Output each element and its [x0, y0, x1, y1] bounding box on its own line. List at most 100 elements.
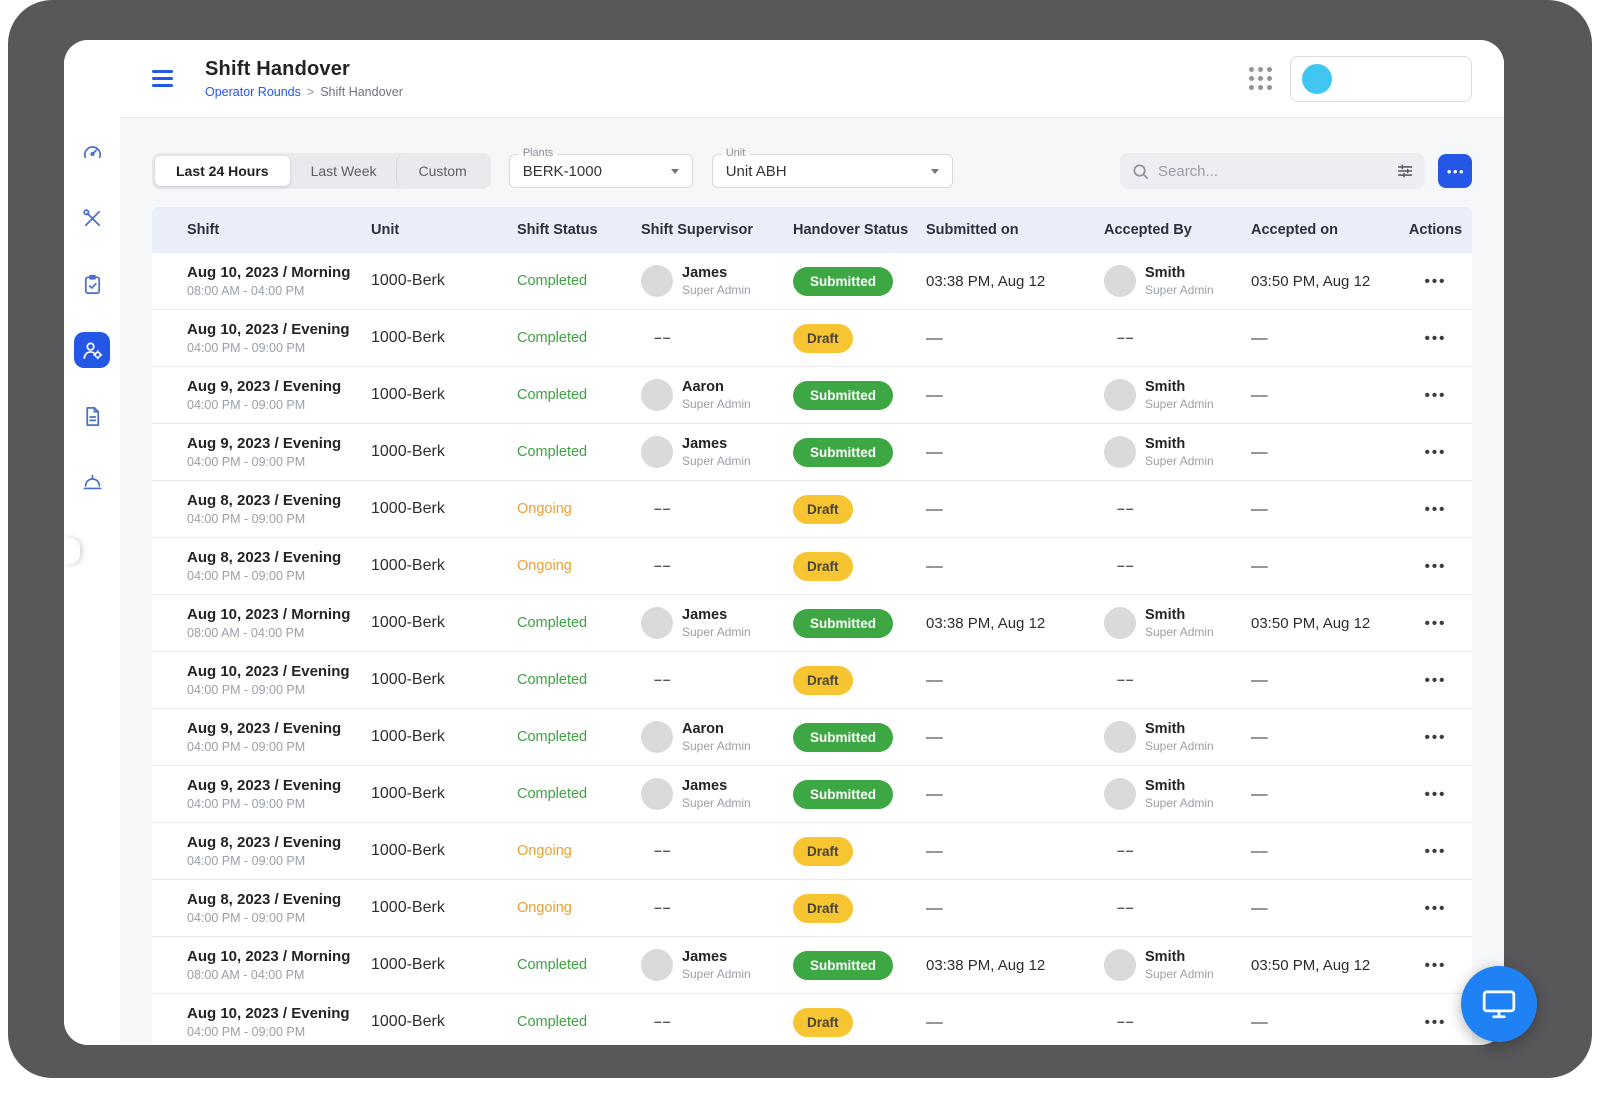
table-row[interactable]: Aug 8, 2023 / Evening 04:00 PM - 09:00 P… [152, 880, 1472, 937]
row-actions-button[interactable]: ••• [1423, 553, 1449, 580]
table-row[interactable]: Aug 9, 2023 / Evening 04:00 PM - 09:00 P… [152, 367, 1472, 424]
row-actions-button[interactable]: ••• [1423, 496, 1449, 523]
sidebar-item user-settings-icon[interactable] [74, 332, 110, 368]
supervisor-name: Aaron [682, 721, 751, 737]
row-actions-button[interactable]: ••• [1423, 325, 1449, 352]
table-row[interactable]: Aug 8, 2023 / Evening 04:00 PM - 09:00 P… [152, 538, 1472, 595]
accepted-on: 03:50 PM, Aug 12 [1251, 957, 1405, 974]
person-text: James Super Admin [682, 265, 751, 297]
shift-supervisor-cell: Aaron Super Admin –– [641, 721, 793, 753]
row-actions-button[interactable]: ••• [1423, 952, 1449, 979]
shift-title: Aug 10, 2023 / Morning [187, 948, 371, 965]
empty-value: –– [1104, 842, 1135, 858]
shift-status: Completed [517, 444, 587, 460]
column-header: Shift Status [517, 222, 641, 238]
shift-status-cell: Completed [517, 386, 641, 404]
table-row[interactable]: Aug 10, 2023 / Evening 04:00 PM - 09:00 … [152, 652, 1472, 709]
sidebar-item document-icon[interactable] [74, 398, 110, 434]
supervisor-name: James [682, 949, 751, 965]
row-actions-button[interactable]: ••• [1423, 724, 1449, 751]
shift-supervisor-cell: –– [641, 671, 793, 689]
shift-title: Aug 10, 2023 / Evening [187, 663, 371, 680]
shift-status-cell: Ongoing [517, 557, 641, 575]
accepted-by: Smith Super Admin [1104, 436, 1251, 468]
more-actions-button[interactable]: ••• [1438, 154, 1472, 188]
shift-supervisor: James Super Admin [641, 265, 793, 297]
table-row[interactable]: Aug 10, 2023 / Evening 04:00 PM - 09:00 … [152, 310, 1472, 367]
shift-supervisor-cell: –– [641, 899, 793, 917]
row-actions-button[interactable]: ••• [1423, 268, 1449, 295]
submitted-on: –– [926, 672, 1104, 689]
accepted-by-role: Super Admin [1145, 283, 1214, 297]
menu-icon[interactable] [152, 66, 173, 91]
unit-value: 1000-Berk [371, 956, 517, 974]
shift-cell: Aug 8, 2023 / Evening 04:00 PM - 09:00 P… [152, 891, 371, 925]
sidebar-item dashboard-icon[interactable] [74, 134, 110, 170]
table-row[interactable]: Aug 10, 2023 / Morning 08:00 AM - 04:00 … [152, 595, 1472, 652]
table-row[interactable]: Aug 9, 2023 / Evening 04:00 PM - 09:00 P… [152, 766, 1472, 823]
shift-cell: Aug 9, 2023 / Evening 04:00 PM - 09:00 P… [152, 435, 371, 469]
table-row[interactable]: Aug 8, 2023 / Evening 04:00 PM - 09:00 P… [152, 481, 1472, 538]
row-actions-button[interactable]: ••• [1423, 382, 1449, 409]
sidebar-item tools-icon[interactable] [74, 200, 110, 236]
table-row[interactable]: Aug 10, 2023 / Evening 04:00 PM - 09:00 … [152, 994, 1472, 1045]
row-actions-button[interactable]: ••• [1423, 610, 1449, 637]
search-input[interactable] [1158, 163, 1396, 180]
handover-status-cell: Draft [793, 666, 926, 695]
accepted-by-cell: –– [1104, 500, 1251, 518]
submitted-on: –– [926, 1014, 1104, 1031]
person-text: James Super Admin [682, 436, 751, 468]
accepted-by: Smith Super Admin [1104, 265, 1251, 297]
accepted-on: –– [1251, 330, 1405, 347]
breadcrumb: Operator Rounds > Shift Handover [205, 85, 403, 99]
sidebar-expand-handle[interactable] [64, 538, 80, 564]
unit-value: 1000-Berk [371, 1013, 517, 1031]
row-actions-button[interactable]: ••• [1423, 781, 1449, 808]
unit-select[interactable]: Unit Unit ABH [712, 154, 953, 188]
row-actions-button[interactable]: ••• [1423, 439, 1449, 466]
row-actions-button[interactable]: ••• [1423, 1009, 1449, 1036]
handover-status-badge: Draft [793, 552, 853, 581]
handover-status-cell: Submitted [793, 267, 926, 296]
row-actions-button[interactable]: ••• [1423, 895, 1449, 922]
actions-cell: ••• [1405, 439, 1472, 466]
shift-status-cell: Completed [517, 1013, 641, 1031]
table-row[interactable]: Aug 9, 2023 / Evening 04:00 PM - 09:00 P… [152, 424, 1472, 481]
table-row[interactable]: Aug 10, 2023 / Morning 08:00 AM - 04:00 … [152, 253, 1472, 310]
row-actions-button[interactable]: ••• [1423, 838, 1449, 865]
table-row[interactable]: Aug 9, 2023 / Evening 04:00 PM - 09:00 P… [152, 709, 1472, 766]
accepted-by-role: Super Admin [1145, 967, 1214, 981]
breadcrumb-link[interactable]: Operator Rounds [205, 85, 301, 99]
submitted-on: 03:38 PM, Aug 12 [926, 273, 1104, 290]
sidebar-item helmet-icon[interactable] [74, 464, 110, 500]
shift-status: Completed [517, 957, 587, 973]
time-tab[interactable]: Last 24 Hours [155, 156, 290, 186]
actions-cell: ••• [1405, 667, 1472, 694]
support-widget-button[interactable] [1461, 966, 1537, 1042]
user-menu[interactable] [1290, 56, 1472, 102]
person-text: James Super Admin [682, 778, 751, 810]
time-tab[interactable]: Custom [397, 156, 487, 186]
chevron-down-icon [931, 169, 939, 174]
handover-status-cell: Submitted [793, 609, 926, 638]
shift-cell: Aug 8, 2023 / Evening 04:00 PM - 09:00 P… [152, 834, 371, 868]
actions-cell: ••• [1405, 325, 1472, 352]
sidebar-item rounds-icon[interactable] [74, 266, 110, 302]
apps-grid-icon[interactable] [1249, 67, 1272, 90]
shift-supervisor-cell: James Super Admin –– [641, 265, 793, 297]
time-tab[interactable]: Last Week [290, 156, 398, 186]
handover-status-cell: Submitted [793, 438, 926, 467]
shift-cell: Aug 8, 2023 / Evening 04:00 PM - 09:00 P… [152, 549, 371, 583]
shift-title: Aug 8, 2023 / Evening [187, 549, 371, 566]
unit-value: 1000-Berk [371, 443, 517, 461]
empty-value: –– [641, 671, 672, 687]
shift-supervisor-cell: James Super Admin –– [641, 607, 793, 639]
table-row[interactable]: Aug 10, 2023 / Morning 08:00 AM - 04:00 … [152, 937, 1472, 994]
column-header: Shift Supervisor [641, 222, 793, 238]
row-actions-button[interactable]: ••• [1423, 667, 1449, 694]
table-row[interactable]: Aug 8, 2023 / Evening 04:00 PM - 09:00 P… [152, 823, 1472, 880]
submitted-on: 03:38 PM, Aug 12 [926, 615, 1104, 632]
shift-status: Completed [517, 330, 587, 346]
plants-select[interactable]: Plants BERK-1000 [509, 154, 693, 188]
filter-sliders-icon[interactable] [1396, 162, 1414, 180]
